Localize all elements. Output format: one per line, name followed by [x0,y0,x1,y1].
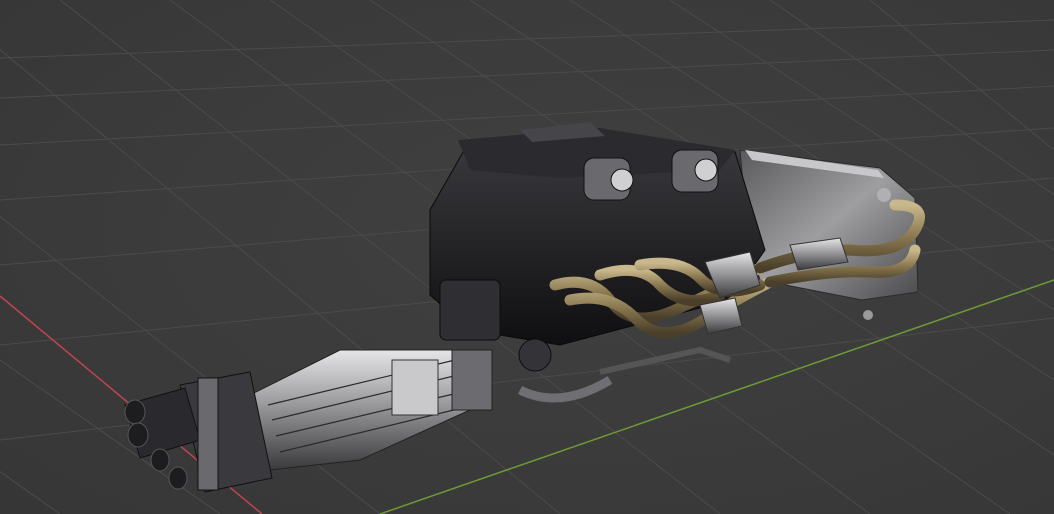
muffler[interactable] [739,149,919,320]
3d-viewport[interactable] [0,0,1054,514]
transmission[interactable] [249,349,493,471]
drive-shaft [124,371,273,493]
viewport-canvas[interactable] [0,0,1054,514]
engine-model[interactable] [124,122,925,493]
